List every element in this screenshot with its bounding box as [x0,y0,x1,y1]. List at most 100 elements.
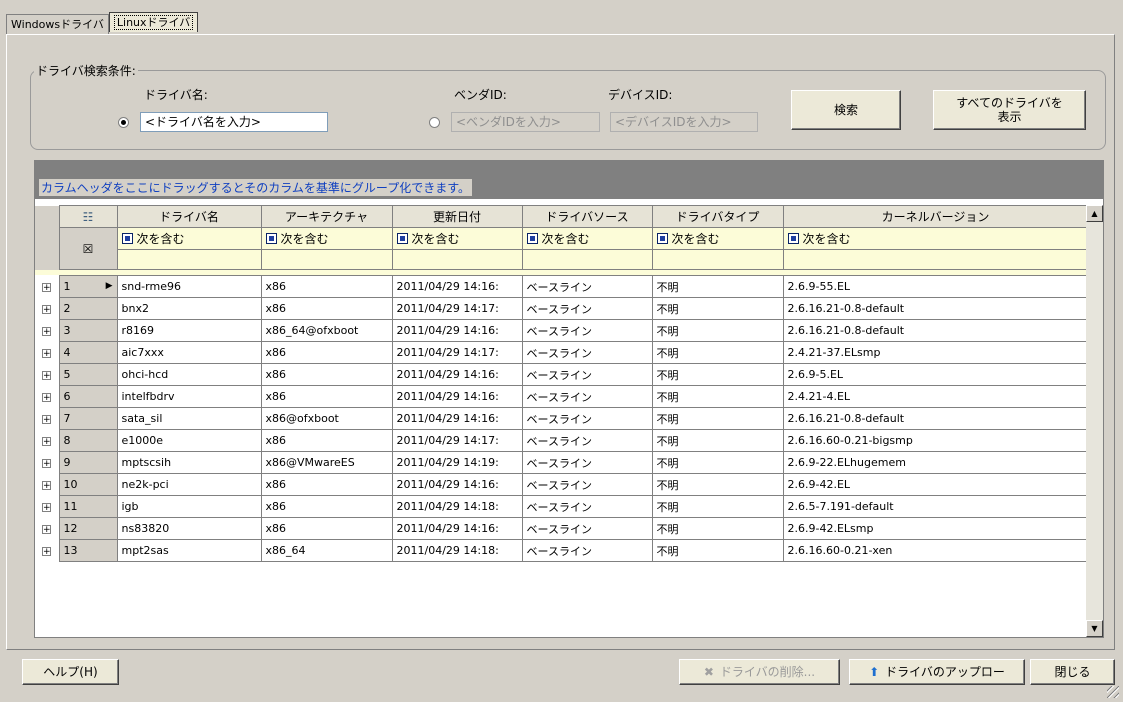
cell-driver-source: ベースライン [521,517,653,540]
column-header-driver-name[interactable]: ドライバ名 [116,205,262,228]
filter-operator-driver-type[interactable]: 次を含む [651,227,784,250]
filter-input-updated-date[interactable] [391,249,523,270]
cell-driver-name: ns83820 [116,517,262,540]
close-button[interactable]: 閉じる [1030,659,1115,685]
resize-grip-icon[interactable] [1107,686,1119,698]
filter-operator-driver-source[interactable]: 次を含む [521,227,653,250]
cell-driver-type: 不明 [651,297,784,320]
delete-driver-button[interactable]: ✖ ドライバの削除... [679,659,840,685]
expand-row-icon[interactable]: + [42,348,51,358]
column-header-driver-source[interactable]: ドライバソース [521,205,653,228]
table-row[interactable]: +7 sata_sil x86@ofxboot 2011/04/29 14:16: ベー… [35,407,1089,430]
filter-input-architecture[interactable] [260,249,393,270]
filter-input-kernel-version[interactable] [782,249,1089,270]
cell-driver-source: ベースライン [521,385,653,408]
upload-arrow-icon: ⬆ [869,665,880,679]
cell-updated-date: 2011/04/29 14:18: [391,495,523,518]
table-row[interactable]: +8 e1000e x86 2011/04/29 14:17: ベースライン 不明 2.6.… [35,429,1089,452]
column-header-updated-date[interactable]: 更新日付 [391,205,523,228]
filter-operator-kernel-version[interactable]: 次を含む [782,227,1089,250]
filter-input-driver-source[interactable] [521,249,653,270]
table-row[interactable]: +3 r8169 x86_64@ofxboot 2011/04/29 14:16: ベー… [35,319,1089,342]
expand-row-icon[interactable]: + [42,304,51,314]
table-row[interactable]: +5 ohci-hcd x86 2011/04/29 14:16: ベースライン 不明 2.… [35,363,1089,386]
expand-row-icon[interactable]: + [42,370,51,380]
driver-name-radio[interactable] [118,117,129,128]
cell-row-number: 6 [58,385,118,408]
upload-driver-button[interactable]: ⬆ ドライバのアップロー [849,659,1025,685]
row-expander-cell: + [35,275,59,298]
device-id-input[interactable]: <デバイスIDを入力> [610,112,758,132]
cell-updated-date: 2011/04/29 14:17: [391,429,523,452]
cell-updated-date: 2011/04/29 14:16: [391,319,523,342]
show-all-drivers-button[interactable]: すべてのドライバを 表示 [933,90,1086,130]
scroll-down-icon[interactable]: ▼ [1086,620,1103,637]
table-row[interactable]: +12 ns83820 x86 2011/04/29 14:16: ベースライン 不明 2.… [35,517,1089,540]
filter-operator-architecture[interactable]: 次を含む [260,227,393,250]
scroll-up-icon[interactable]: ▲ [1086,205,1103,222]
cell-driver-type: 不明 [651,407,784,430]
cell-architecture: x86_64 [260,539,393,562]
cell-kernel-version: 2.6.9-5.EL [782,363,1089,386]
cell-kernel-version: 2.6.9-55.EL [782,275,1089,298]
expand-row-icon[interactable]: + [42,480,51,490]
table-row[interactable]: +10 ne2k-pci x86 2011/04/29 14:16: ベースライン 不明 2… [35,473,1089,496]
vendor-id-input[interactable]: <ベンダIDを入力> [451,112,600,132]
filter-input-driver-type[interactable] [651,249,784,270]
cell-driver-type: 不明 [651,451,784,474]
table-row[interactable]: +13 mpt2sas x86_64 2011/04/29 14:18: ベースライン不… [35,539,1089,562]
table-row[interactable]: +11 igb x86 2011/04/29 14:18: ベースライン 不明 2.6.5-… [35,495,1089,518]
table-row[interactable]: +2 bnx2 x86 2011/04/29 14:17: ベースライン 不明 2.6.16… [35,297,1089,320]
expand-row-icon[interactable]: + [42,524,51,534]
column-header-driver-type[interactable]: ドライバタイプ [651,205,784,228]
row-expander-cell: + [35,517,59,540]
search-button[interactable]: 検索 [791,90,901,130]
column-header-kernel-version[interactable]: カーネルバージョン [782,205,1089,228]
scroll-track[interactable] [1086,222,1103,620]
expand-row-icon[interactable]: + [42,414,51,424]
cell-row-number: 3 [58,319,118,342]
cell-driver-name: intelfbdrv [116,385,262,408]
cell-driver-type: 不明 [651,385,784,408]
help-button[interactable]: ヘルプ(H) [22,659,119,685]
expand-row-icon[interactable]: + [42,546,51,556]
cell-kernel-version: 2.6.9-42.ELsmp [782,517,1089,540]
expand-row-icon[interactable]: + [42,502,51,512]
table-row[interactable]: +6 intelfbdrv x86 2011/04/29 14:16: ベースライン 不明… [35,385,1089,408]
cell-driver-type: 不明 [651,539,784,562]
row-expander-cell: + [35,473,59,496]
filter-input-driver-name[interactable] [116,249,262,270]
cell-architecture: x86 [260,495,393,518]
cell-driver-name: ohci-hcd [116,363,262,386]
column-header-architecture[interactable]: アーキテクチャ [260,205,393,228]
group-by-area[interactable]: カラムヘッダをここにドラッグするとそのカラムを基準にグループ化できます。 [35,161,1103,199]
cell-architecture: x86 [260,429,393,452]
expand-row-icon[interactable]: + [42,436,51,446]
vertical-scrollbar[interactable]: ▲ ▼ [1086,205,1103,637]
expand-row-icon[interactable]: + [42,282,51,292]
cell-driver-type: 不明 [651,363,784,386]
filter-operator-updated-date[interactable]: 次を含む [391,227,523,250]
filter-operator-driver-name[interactable]: 次を含む [116,227,262,250]
table-row[interactable]: +1 ▶ snd-rme96 x86 2011/04/29 14:16: ベースライン 不明… [35,275,1089,298]
expand-row-icon[interactable]: + [42,458,51,468]
driver-name-input[interactable]: <ドライバ名を入力> [140,112,328,132]
table-row[interactable]: +4 aic7xxx x86 2011/04/29 14:17: ベースライン 不明 2.4… [35,341,1089,364]
expand-row-icon[interactable]: + [42,392,51,402]
filter-operator-label: 次を含む [541,232,590,246]
row-expander-cell: + [35,297,59,320]
vendor-id-radio[interactable] [429,117,440,128]
tab-linux-drivers[interactable]: Linuxドライバ [108,12,199,32]
delete-driver-label: ドライバの削除... [719,665,816,679]
driver-grid: カラムヘッダをここにドラッグするとそのカラムを基準にグループ化できます。 ☷ ド… [34,160,1104,638]
clear-filter-icon[interactable]: ☒ [58,227,118,270]
cell-row-number: 2 [58,297,118,320]
cell-driver-source: ベースライン [521,495,653,518]
filter-operator-label: 次を含む [411,232,460,246]
expand-row-icon[interactable]: + [42,326,51,336]
cell-driver-name: igb [116,495,262,518]
table-row[interactable]: +9 mptscsih x86@VMwareES 2011/04/29 14:19: ベ… [35,451,1089,474]
column-chooser-icon[interactable]: ☷ [58,205,118,228]
cell-updated-date: 2011/04/29 14:17: [391,297,523,320]
tab-windows-drivers[interactable]: Windowsドライバ [6,14,109,34]
